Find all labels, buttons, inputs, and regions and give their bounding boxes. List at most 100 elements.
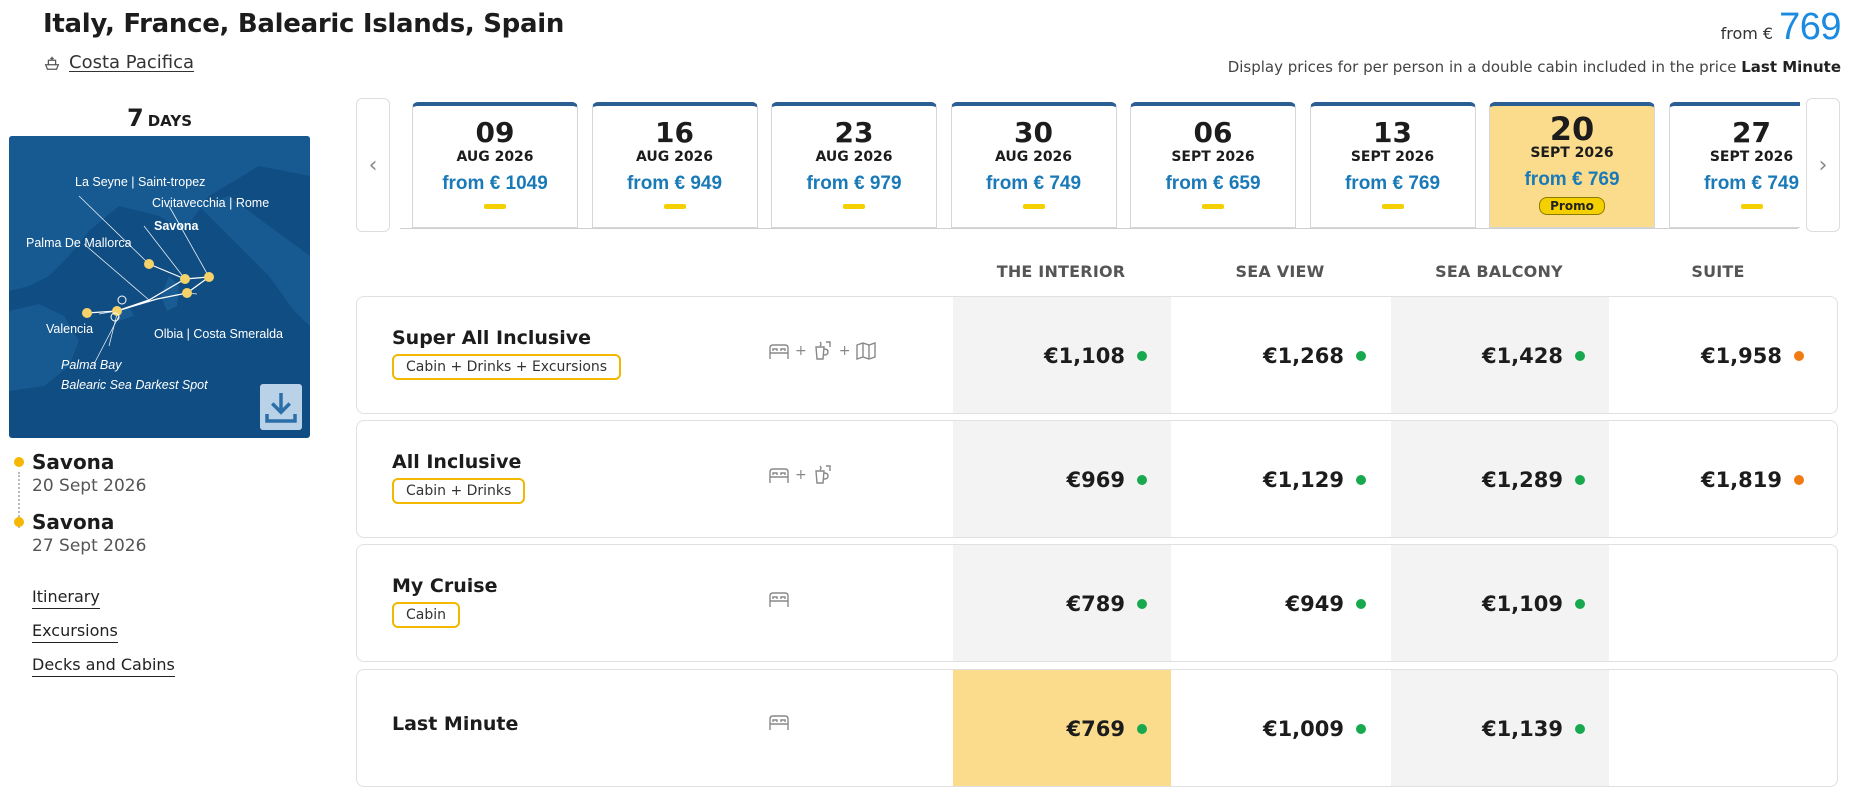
chevron-left-icon: ‹ [368,152,378,178]
date-price: from € 749 [1703,173,1800,194]
promo-badge: Promo [1539,197,1605,215]
date-month: AUG 2026 [635,149,714,165]
date-option-card[interactable]: 30 AUG 2026 from € 749 [950,102,1117,228]
drink-icon [811,339,835,363]
map-label: Balearic Sea Darkest Spot [61,378,208,392]
date-month: SEPT 2026 [1171,149,1255,165]
package-row: €769 €1,009 €1,139 Last Minute [356,669,1838,787]
availability-dot-icon [1575,724,1585,734]
price-cell[interactable]: €1,428 [1391,297,1609,413]
availability-dot-icon [1137,599,1147,609]
package-name: All Inclusive [392,451,522,473]
price-cell[interactable]: €769 [953,670,1171,786]
availability-dot-icon [1356,475,1366,485]
map-download-button[interactable] [260,384,302,430]
package-name: Last Minute [392,713,519,735]
package-inclusions-tag: Cabin + Drinks [392,478,526,504]
route-map[interactable]: La Seyne | Saint-tropez Civitavecchia | … [9,136,310,438]
price-value: €789 [1066,592,1125,616]
date-option-card[interactable]: 27 SEPT 2026 from € 749 [1668,102,1800,228]
duration-unit: DAYS [147,112,192,130]
carousel-divider [400,228,1798,229]
date-option-card[interactable]: 23 AUG 2026 from € 979 [771,102,937,228]
map-icon [854,339,878,363]
availability-dot-icon [1575,475,1585,485]
price-cell[interactable]: €1,129 [1172,421,1390,537]
ship-link[interactable]: Costa Pacifica [43,52,194,73]
col-header-suite: SUITE [1691,262,1745,281]
price-value: €1,139 [1481,717,1563,741]
availability-dot-icon [1575,351,1585,361]
price-value: €1,289 [1481,468,1563,492]
plus-icon: + [838,343,851,359]
date-option-card[interactable]: 13 SEPT 2026 from € 769 [1309,102,1476,228]
price-cell [1610,545,1828,661]
date-option-card[interactable]: 20 SEPT 2026 from € 769 Promo [1489,102,1655,228]
col-header-sea-view: SEA VIEW [1235,262,1325,281]
price-cell[interactable]: €1,268 [1172,297,1390,413]
price-cell[interactable]: €969 [953,421,1171,537]
availability-bar [663,204,686,209]
date-price: from € 769 [1524,169,1620,190]
availability-dot-icon [1575,599,1585,609]
chevron-right-icon: › [1818,152,1828,178]
date-option-card[interactable]: 06 SEPT 2026 from € 659 [1130,102,1296,228]
package-row: €969 €1,129 €1,289 €1,819 All Inclusive Cabin… [356,420,1838,538]
decks-cabins-link[interactable]: Decks and Cabins [32,655,175,677]
date-day: 30 [1014,116,1053,149]
bed-icon [767,587,791,611]
map-label: Palma De Mallorca [26,236,132,250]
date-month: AUG 2026 [815,149,893,165]
package-icons [767,710,791,734]
price-note: Display prices for per person in a doubl… [1228,58,1841,76]
map-label: Savona [154,219,200,233]
dates-prev-button[interactable]: ‹ [356,98,390,232]
map-label: Valencia [46,322,93,336]
date-option-card[interactable]: 16 AUG 2026 from € 949 [591,102,758,228]
dates-next-button[interactable]: › [1806,98,1840,232]
stop-date: 27 Sept 2026 [32,536,147,556]
price-cell[interactable]: €789 [953,545,1171,661]
package-name: My Cruise [392,575,498,597]
price-cell[interactable]: €949 [1172,545,1390,661]
package-row: €789 €949 €1,109 My Cruise Cabin [356,544,1838,662]
date-month: AUG 2026 [994,149,1073,165]
itinerary-link[interactable]: Itinerary [32,587,100,609]
stop-dot-icon [14,457,24,467]
availability-dot-icon [1794,351,1804,361]
cruise-duration: 7 DAYS [9,104,310,132]
date-month: SEPT 2026 [1530,145,1614,161]
date-option-card[interactable]: 09 AUG 2026 from € 1049 [412,102,578,228]
date-day: 20 [1549,110,1595,148]
price-cell[interactable]: €1,139 [1391,670,1609,786]
price-prefix: from € [1720,24,1774,43]
detail-links: Itinerary Excursions Decks and Cabins [32,587,175,689]
price-amount: 769 [1779,6,1841,48]
date-price: from € 949 [626,173,723,194]
availability-bar [1202,204,1224,209]
package-icons: + [767,463,835,487]
date-month: SEPT 2026 [1709,149,1794,165]
availability-dot-icon [1356,351,1366,361]
price-cell[interactable]: €1,958 [1610,297,1828,413]
date-price: from € 1049 [442,173,548,194]
bed-icon [767,710,791,734]
map-label: La Seyne | Saint-tropez [75,175,205,189]
stop-item: Savona 20 Sept 2026 [14,450,146,496]
price-cell[interactable]: €1,819 [1610,421,1828,537]
price-cell[interactable]: €1,289 [1391,421,1609,537]
excursions-link[interactable]: Excursions [32,621,118,643]
stop-name: Savona [32,510,115,534]
date-day: 27 [1732,116,1771,149]
bed-icon [767,463,791,487]
package-inclusions-tag: Cabin + Drinks + Excursions [392,354,622,380]
stop-item: Savona 27 Sept 2026 [14,510,146,556]
price-cell[interactable]: €1,109 [1391,545,1609,661]
price-value: €1,109 [1481,592,1563,616]
stop-name: Savona [32,450,115,474]
price-cell[interactable]: €1,108 [953,297,1171,413]
map-label: Palma Bay [61,358,122,372]
price-value: €769 [1066,717,1125,741]
price-note-text: Display prices for per person in a doubl… [1227,58,1737,76]
price-cell[interactable]: €1,009 [1172,670,1390,786]
